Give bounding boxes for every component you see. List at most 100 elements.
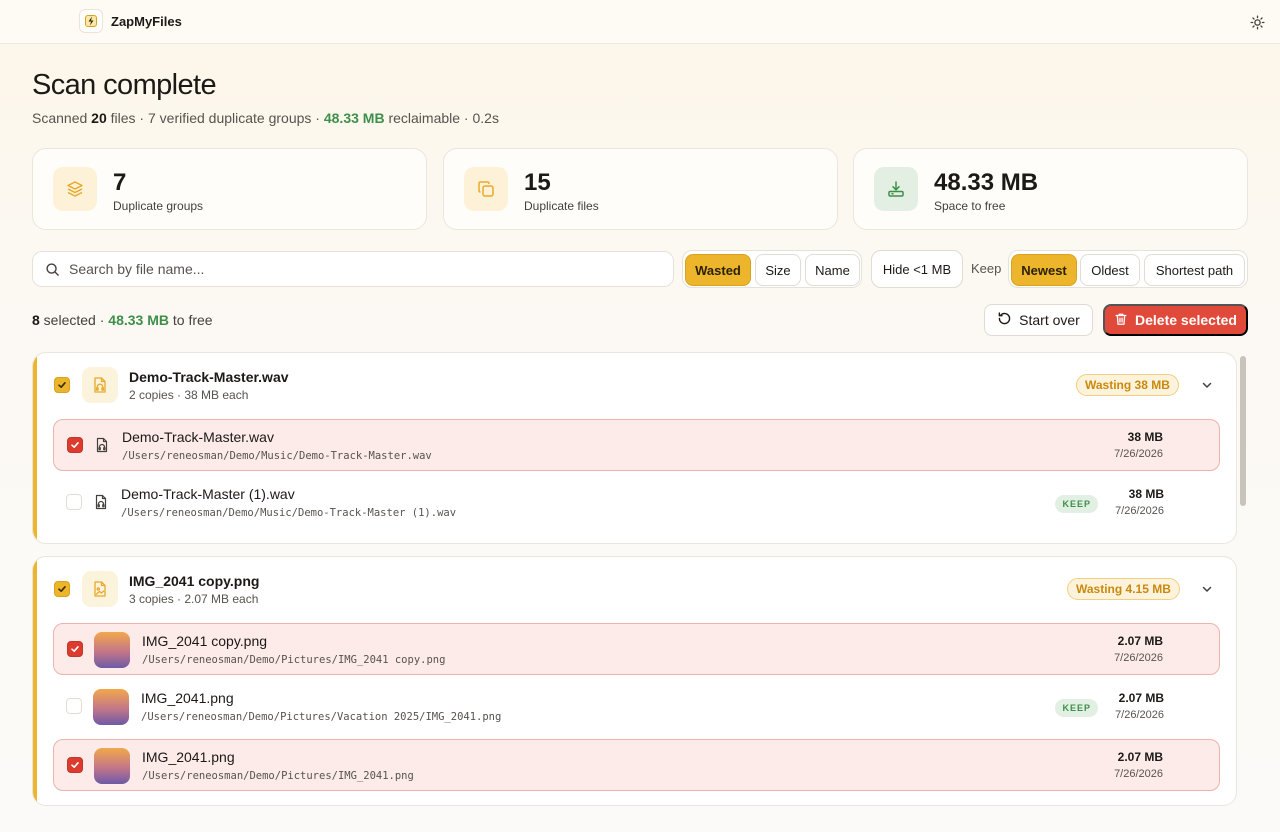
keep-label: Keep [971,261,1002,276]
file-size: 2.07 MB [1117,634,1163,648]
file-row[interactable]: Demo-Track-Master.wav /Users/reneosman/D… [53,419,1220,471]
file-name: IMG_2041 copy.png [142,633,268,649]
stat-label: Duplicate files [524,199,599,213]
file-date: 7/26/2026 [1114,652,1163,664]
sort-segment: Wasted Size Name [682,250,862,288]
trash-icon [1114,312,1128,329]
scan-summary: Scanned 20 files · 7 verified duplicate … [32,110,499,126]
file-path: /Users/reneosman/Demo/Pictures/IMG_2041 … [142,654,446,666]
image-file-icon [82,571,118,607]
app-name: ZapMyFiles [111,13,182,29]
duplicate-group: Demo-Track-Master.wav 2 copies · 38 MB e… [32,352,1237,544]
group-name: IMG_2041 copy.png [129,573,260,589]
file-name: IMG_2041.png [141,690,234,706]
file-path: /Users/reneosman/Demo/Music/Demo-Track-M… [121,507,457,519]
refresh-icon [997,311,1012,329]
image-thumbnail [93,689,129,725]
download-drive-icon [874,167,918,211]
image-thumbnail [94,748,130,784]
selected-size: 48.33 MB [108,312,169,328]
group-checkbox[interactable] [54,377,70,393]
file-checkbox[interactable] [66,698,82,714]
delete-selected-button[interactable]: Delete selected [1103,304,1248,336]
audio-file-icon [94,437,110,453]
keep-newest-button[interactable]: Newest [1011,254,1077,286]
search-icon [45,262,60,282]
stat-value: 15 [524,169,551,196]
filter-segment: Hide <1 MB [871,250,963,288]
summary-text: Scanned [32,110,92,126]
stat-label: Space to free [934,199,1006,213]
chevron-down-icon[interactable] [1199,581,1215,597]
file-size: 2.07 MB [1118,691,1164,705]
stat-card-files: 15 Duplicate files [443,148,838,230]
search-input[interactable] [69,252,659,286]
wasting-badge: Wasting 38 MB [1076,374,1179,396]
file-size: 38 MB [1127,430,1163,444]
scrollbar-thumb[interactable] [1240,356,1246,506]
group-meta: 2 copies · 38 MB each [129,388,249,402]
lightning-logo-icon [79,9,103,33]
delete-label: Delete selected [1135,312,1237,328]
file-name: IMG_2041.png [142,749,235,765]
summary-text: selected · [39,312,109,328]
file-checkbox[interactable] [67,757,83,773]
keep-shortest-path-button[interactable]: Shortest path [1144,254,1245,286]
start-over-button[interactable]: Start over [984,304,1093,336]
group-meta: 3 copies · 2.07 MB each [129,592,259,606]
keep-badge: KEEP [1055,699,1098,717]
sort-wasted-button[interactable]: Wasted [685,254,751,286]
layers-icon [53,167,97,211]
image-thumbnail [94,632,130,668]
search-box [32,251,674,287]
reclaimable-size: 48.33 MB [323,110,385,126]
stat-card-space: 48.33 MB Space to free [853,148,1248,230]
file-name: Demo-Track-Master.wav [122,429,274,445]
keep-badge: KEEP [1055,495,1098,513]
stat-card-groups: 7 Duplicate groups [32,148,427,230]
sort-size-button[interactable]: Size [755,254,801,286]
group-name: Demo-Track-Master.wav [129,369,289,385]
hide-small-files-button[interactable]: Hide <1 MB [871,250,963,288]
start-over-label: Start over [1019,312,1080,328]
brand[interactable]: ZapMyFiles [79,9,182,33]
file-checkbox[interactable] [67,641,83,657]
file-size: 2.07 MB [1117,750,1163,764]
file-date: 7/26/2026 [1114,768,1163,780]
selection-summary: 8 selected · 48.33 MB to free [32,312,213,328]
keep-segment: Newest Oldest Shortest path [1008,250,1248,288]
stat-value: 7 [113,169,127,196]
file-name: Demo-Track-Master (1).wav [121,486,295,502]
audio-file-icon [82,367,118,403]
page-title: Scan complete [32,69,217,101]
file-date: 7/26/2026 [1114,448,1163,460]
keep-oldest-button[interactable]: Oldest [1080,254,1140,286]
file-date: 7/26/2026 [1115,709,1164,721]
sun-icon[interactable] [1246,11,1268,33]
duplicate-group: IMG_2041 copy.png 3 copies · 2.07 MB eac… [32,556,1237,806]
wasting-badge: Wasting 4.15 MB [1067,578,1180,600]
file-checkbox[interactable] [67,437,83,453]
file-row[interactable]: IMG_2041.png /Users/reneosman/Demo/Pictu… [53,681,1220,733]
top-bar: ZapMyFiles [0,0,1280,44]
file-size: 38 MB [1128,487,1164,501]
copy-icon [464,167,508,211]
file-checkbox[interactable] [66,494,82,510]
file-row[interactable]: IMG_2041 copy.png /Users/reneosman/Demo/… [53,623,1220,675]
summary-text: reclaimable · 0.2s [384,110,499,126]
summary-text: files · 7 verified duplicate groups · [106,110,324,126]
file-row[interactable]: Demo-Track-Master (1).wav /Users/reneosm… [53,477,1220,529]
file-path: /Users/reneosman/Demo/Pictures/Vacation … [141,711,502,723]
selected-count: 8 [32,312,40,328]
file-row[interactable]: IMG_2041.png /Users/reneosman/Demo/Pictu… [53,739,1220,791]
audio-file-icon [93,494,109,510]
group-checkbox[interactable] [54,581,70,597]
stat-label: Duplicate groups [113,199,204,213]
file-path: /Users/reneosman/Demo/Pictures/IMG_2041.… [142,770,414,782]
summary-text: to free [168,312,213,328]
sort-name-button[interactable]: Name [805,254,860,286]
stat-value: 48.33 MB [934,169,1039,196]
file-path: /Users/reneosman/Demo/Music/Demo-Track-M… [122,450,432,462]
file-count: 20 [91,110,107,126]
chevron-down-icon[interactable] [1199,377,1215,393]
